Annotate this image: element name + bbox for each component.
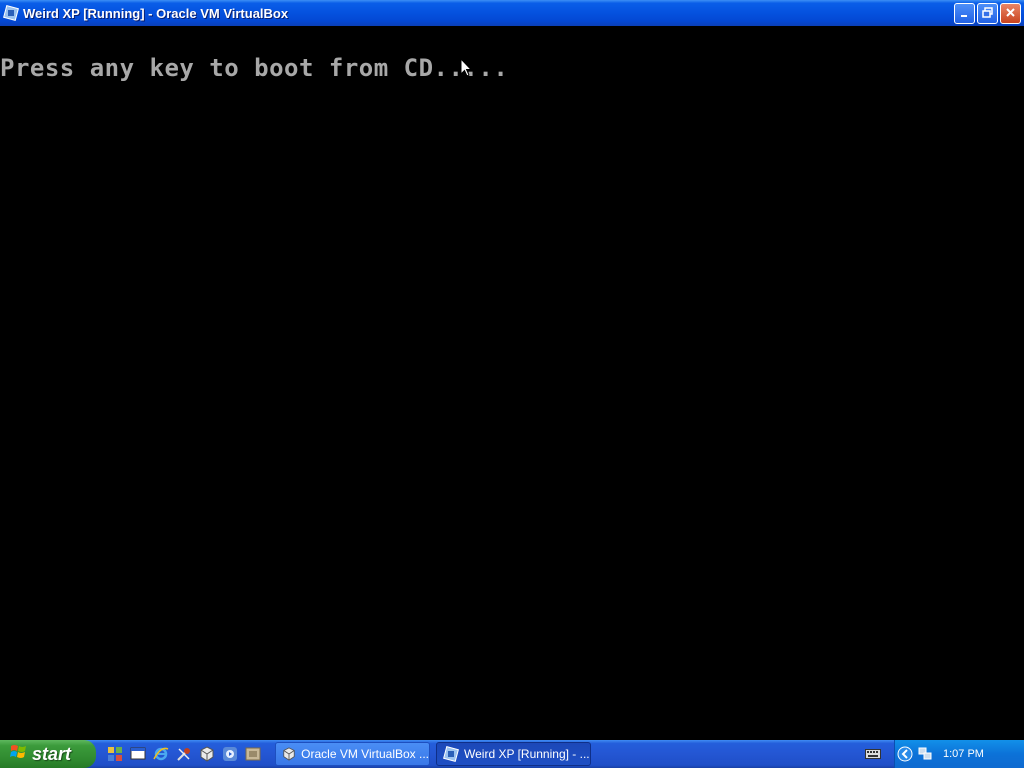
keyboard-layout-icon[interactable] xyxy=(865,746,881,762)
minimize-button[interactable] xyxy=(954,3,975,24)
taskbar: start Oracle VM VirtualBox ... Weird XP … xyxy=(0,740,1024,768)
start-label: start xyxy=(32,743,72,764)
folder-icon[interactable] xyxy=(244,746,261,763)
virtualbox-app-icon[interactable] xyxy=(3,5,19,21)
internet-explorer-icon[interactable] xyxy=(152,746,169,763)
window-title: Weird XP [Running] - Oracle VM VirtualBo… xyxy=(23,5,289,21)
window-titlebar[interactable]: Weird XP [Running] - Oracle VM VirtualBo… xyxy=(0,0,1024,26)
minimize-icon xyxy=(960,7,970,21)
taskbar-item-label: Oracle VM VirtualBox ... xyxy=(301,747,429,761)
taskbar-item-label: Weird XP [Running] - ... xyxy=(464,747,590,761)
clock[interactable]: 1:07 PM xyxy=(943,748,984,760)
puzzle-icon[interactable] xyxy=(106,746,123,763)
media-player-icon[interactable] xyxy=(221,746,238,763)
virtualbox-icon[interactable] xyxy=(198,746,215,763)
mouse-pointer-icon xyxy=(460,57,473,83)
restore-icon xyxy=(982,6,993,21)
close-button[interactable] xyxy=(1000,3,1021,24)
windows-logo-icon xyxy=(10,743,28,766)
taskbar-item-virtualbox-manager[interactable]: Oracle VM VirtualBox ... xyxy=(275,742,430,766)
quick-launch-bar xyxy=(106,746,261,763)
close-icon xyxy=(1005,7,1016,21)
show-hidden-icons-icon[interactable] xyxy=(897,746,913,762)
boot-message: Press any key to boot from CD..... xyxy=(0,54,509,82)
window-controls xyxy=(954,3,1021,24)
vm-display[interactable]: Press any key to boot from CD..... xyxy=(0,26,1024,740)
taskbar-item-weird-xp[interactable]: Weird XP [Running] - ... xyxy=(436,742,591,766)
virtualbox-vm-icon xyxy=(443,746,459,762)
tools-icon[interactable] xyxy=(175,746,192,763)
virtualbox-icon xyxy=(282,746,296,762)
restore-button[interactable] xyxy=(977,3,998,24)
start-button[interactable]: start xyxy=(0,740,96,768)
network-icon[interactable] xyxy=(917,746,933,762)
notification-area: 1:07 PM xyxy=(865,740,1024,768)
show-desktop-icon[interactable] xyxy=(129,746,146,763)
